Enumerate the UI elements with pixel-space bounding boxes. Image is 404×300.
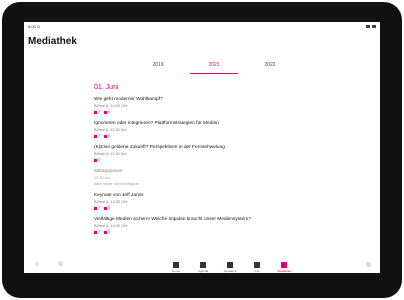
tag: 7 bbox=[94, 158, 100, 162]
tab-2021[interactable]: 2021 bbox=[190, 60, 238, 74]
session-item[interactable]: Ignorieren oder integrieren? Plattformst… bbox=[94, 121, 304, 138]
tag: 7 bbox=[94, 230, 100, 234]
session-title: Keynote von Jeff Jarvis bbox=[94, 193, 144, 198]
session-tags: 7 3 bbox=[94, 230, 304, 234]
video-icon bbox=[94, 206, 97, 210]
document-icon bbox=[104, 110, 107, 114]
document-icon bbox=[104, 230, 107, 234]
session-list: 01. Juni Wie geht moderner Wahlkampf? Bü… bbox=[94, 82, 304, 257]
home-circle-icon[interactable] bbox=[58, 261, 63, 266]
session-meta: 13:30 Uhr bbox=[94, 176, 111, 180]
back-icon[interactable] bbox=[34, 261, 38, 267]
document-icon bbox=[104, 206, 107, 210]
session-tags: 7 bbox=[94, 158, 304, 162]
tag: 3 bbox=[104, 230, 110, 234]
session-tags: 7 5 bbox=[94, 134, 304, 138]
video-icon bbox=[94, 134, 97, 138]
year-tabs: 2019 2021 2022 bbox=[134, 60, 294, 74]
page-title: Mediathek bbox=[28, 36, 77, 47]
session-meta: Bühne A, 11:30 Uhr bbox=[94, 128, 127, 132]
session-note: kann leider nicht verfügbar bbox=[94, 182, 139, 186]
session-item[interactable]: Vielfältige Medien sichern! Welche Impul… bbox=[94, 217, 304, 234]
session-item[interactable]: Wie geht moderner Wahlkampf? Bühne A, 10… bbox=[94, 97, 304, 114]
session-meta: Bühne A, 14:30 Uhr bbox=[94, 224, 128, 228]
session-title: Mittagspause bbox=[94, 169, 123, 174]
date-heading: 01. Juni bbox=[94, 84, 119, 91]
tag: 4 bbox=[104, 110, 110, 114]
tag: 5 bbox=[104, 134, 110, 138]
document-icon bbox=[94, 158, 97, 162]
tag: 3 bbox=[104, 206, 110, 210]
session-title: Wie geht moderner Wahlkampf? bbox=[94, 97, 163, 102]
document-icon bbox=[104, 134, 107, 138]
session-meta: Bühne A, 13:30 Uhr bbox=[94, 200, 128, 204]
session-title: (K)Eine goldene Zukunft? Perspektiven in… bbox=[94, 145, 225, 150]
session-meta: Bühne A, 11:30 Uhr bbox=[94, 152, 127, 156]
tab-2022[interactable]: 2022 bbox=[246, 60, 294, 74]
battery-icon bbox=[372, 25, 376, 28]
video-icon bbox=[94, 110, 97, 114]
tag: 7 bbox=[94, 110, 100, 114]
app-screen: 5:00 ⊙ Mediathek 2019 2021 2022 01. Juni… bbox=[24, 22, 380, 273]
session-title: Vielfältige Medien sichern! Welche Impul… bbox=[94, 217, 251, 222]
tab-2019[interactable]: 2019 bbox=[134, 60, 182, 74]
video-icon bbox=[94, 230, 97, 234]
status-bar: 5:00 ⊙ bbox=[24, 22, 380, 31]
session-title: Ignorieren oder integrieren? Plattformst… bbox=[94, 121, 219, 126]
session-tags: 7 4 bbox=[94, 110, 304, 114]
tag: 7 bbox=[94, 206, 100, 210]
system-navigation-bar bbox=[24, 258, 380, 272]
signal-icon bbox=[366, 25, 370, 28]
tag: 7 bbox=[94, 134, 100, 138]
status-time: 5:00 ⊙ bbox=[28, 24, 41, 29]
tablet-device: 5:00 ⊙ Mediathek 2019 2021 2022 01. Juni… bbox=[0, 0, 404, 300]
status-icons bbox=[366, 25, 376, 28]
session-item[interactable]: Keynote von Jeff Jarvis Bühne A, 13:30 U… bbox=[94, 193, 304, 210]
session-item: Mittagspause 13:30 Uhr kann leider nicht… bbox=[94, 169, 304, 186]
recents-icon[interactable] bbox=[366, 262, 371, 267]
session-item[interactable]: (K)Eine goldene Zukunft? Perspektiven in… bbox=[94, 145, 304, 162]
session-meta: Bühne A, 10:00 Uhr bbox=[94, 104, 128, 108]
session-tags: 7 3 bbox=[94, 206, 304, 210]
